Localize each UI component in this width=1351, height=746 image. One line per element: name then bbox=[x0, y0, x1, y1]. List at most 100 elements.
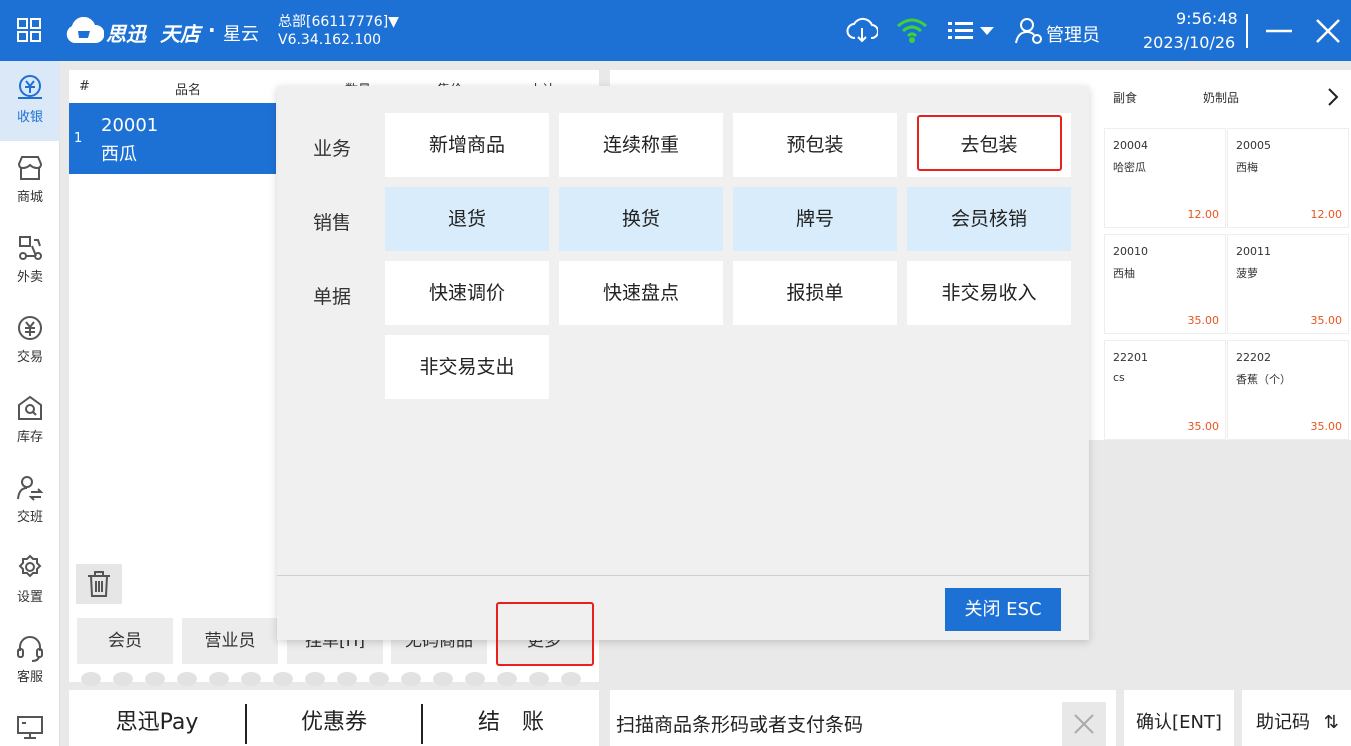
sidebar-item-support[interactable]: 客服 bbox=[0, 621, 60, 701]
continuous-weighing-button[interactable]: 连续称重 bbox=[559, 113, 723, 177]
product-card[interactable]: 20004 哈密瓜 12.00 bbox=[1104, 128, 1226, 228]
product-code: 20005 bbox=[1236, 139, 1271, 152]
member-redeem-button[interactable]: 会员核销 bbox=[907, 187, 1071, 251]
quick-stocktake-button[interactable]: 快速盘点 bbox=[559, 261, 723, 325]
product-code: 20004 bbox=[1113, 139, 1148, 152]
product-code: 22202 bbox=[1236, 351, 1271, 364]
delete-button[interactable] bbox=[76, 564, 122, 604]
version-label: V6.34.162.100 bbox=[278, 32, 382, 48]
sidebar-item-store[interactable]: 商城 bbox=[0, 141, 60, 221]
user-name[interactable]: 管理员 bbox=[1046, 21, 1100, 47]
product-price: 35.00 bbox=[1187, 314, 1220, 327]
member-button[interactable]: 会员 bbox=[77, 618, 173, 664]
paper-edge-decoration bbox=[77, 672, 597, 686]
salesperson-button[interactable]: 营业员 bbox=[182, 618, 278, 664]
app-grid-icon[interactable] bbox=[16, 17, 44, 45]
brand-name-3: 星云 bbox=[223, 24, 259, 45]
sidebar-item-label: 交易 bbox=[16, 350, 43, 365]
product-name: 菠萝 bbox=[1236, 267, 1258, 280]
store-selector[interactable]: 总部[66117776]▼ bbox=[278, 11, 399, 31]
brand-name: 思迅 bbox=[106, 22, 146, 46]
category-tab[interactable]: 副食 bbox=[1113, 89, 1137, 106]
clear-icon bbox=[1074, 714, 1094, 734]
sidebar-item-label: 库存 bbox=[16, 430, 43, 445]
helper-code-button[interactable]: 助记码 ⇅ bbox=[1242, 690, 1351, 746]
close-window-icon[interactable] bbox=[1314, 17, 1342, 49]
product-code: 22201 bbox=[1113, 351, 1148, 364]
product-card[interactable]: 20005 西梅 12.00 bbox=[1227, 128, 1349, 228]
row-code: 20001 bbox=[101, 115, 159, 136]
product-price: 12.00 bbox=[1187, 208, 1220, 221]
confirm-button[interactable]: 确认[ENT] bbox=[1124, 690, 1234, 746]
prepackage-button[interactable]: 预包装 bbox=[733, 113, 897, 177]
return-button[interactable]: 退货 bbox=[385, 187, 549, 251]
chevron-right-icon[interactable] bbox=[1326, 87, 1340, 111]
product-name: cs bbox=[1113, 371, 1125, 384]
close-dialog-button[interactable]: 关闭 ESC bbox=[945, 588, 1061, 631]
sidebar-item-delivery[interactable]: 外卖 bbox=[0, 221, 60, 301]
checkout-button[interactable]: 结 账 bbox=[423, 690, 599, 746]
coupon-button[interactable]: 优惠券 bbox=[247, 690, 421, 746]
row-name: 西瓜 bbox=[101, 144, 137, 165]
product-name: 哈密瓜 bbox=[1113, 161, 1146, 174]
sidebar-item-inventory[interactable]: 库存 bbox=[0, 381, 60, 461]
menu-dropdown-icon[interactable] bbox=[946, 18, 998, 48]
sidebar-item-transaction[interactable]: 交易 bbox=[0, 301, 60, 381]
minimize-icon[interactable] bbox=[1265, 18, 1293, 50]
row-label-documents: 单据 bbox=[313, 286, 352, 308]
store-icon bbox=[17, 156, 43, 180]
product-name: 香蕉（个） bbox=[1236, 373, 1291, 386]
sidebar-item-system[interactable]: 系统 bbox=[0, 701, 60, 746]
product-card[interactable]: 20010 西柚 35.00 bbox=[1104, 234, 1226, 334]
sidebar-item-label: 设置 bbox=[16, 590, 43, 605]
scan-input[interactable]: 扫描商品条形码或者支付条码 bbox=[610, 690, 1116, 746]
helper-code-label: 助记码 bbox=[1256, 712, 1310, 733]
delivery-icon bbox=[19, 236, 42, 260]
clear-input-button[interactable] bbox=[1062, 702, 1106, 746]
payment-bar: 思迅Pay 优惠券 结 账 bbox=[69, 690, 599, 746]
brand-name-2: 天店 bbox=[160, 22, 200, 46]
scan-placeholder: 扫描商品条形码或者支付条码 bbox=[616, 714, 864, 736]
row-label-business: 业务 bbox=[313, 138, 352, 160]
product-card[interactable]: 22201 cs 35.00 bbox=[1104, 340, 1226, 440]
cashier-icon bbox=[18, 75, 42, 99]
sidebar-item-label: 外卖 bbox=[16, 270, 43, 285]
title-bar: 思迅 天店 · 星云 总部[66117776]▼ V6.34.162.100 管… bbox=[0, 0, 1351, 61]
cloud-sync-icon[interactable] bbox=[846, 16, 879, 48]
exchange-button[interactable]: 换货 bbox=[559, 187, 723, 251]
pay-button[interactable]: 思迅Pay bbox=[69, 690, 245, 746]
product-card[interactable]: 22202 香蕉（个） 35.00 bbox=[1227, 340, 1349, 440]
order-tag-button[interactable]: 牌号 bbox=[733, 187, 897, 251]
dialog-divider bbox=[277, 575, 1089, 576]
column-header: # bbox=[79, 79, 90, 94]
clock-date: 2023/10/26 bbox=[1143, 33, 1236, 52]
sidebar-item-label: 商城 bbox=[16, 190, 43, 205]
product-price: 12.00 bbox=[1310, 208, 1343, 221]
sidebar-item-settings[interactable]: 设置 bbox=[0, 541, 60, 621]
row-index: 1 bbox=[74, 131, 83, 146]
settings-icon bbox=[18, 554, 42, 578]
shift-icon bbox=[17, 476, 44, 501]
cloud-logo-icon bbox=[64, 16, 105, 49]
monitor-icon bbox=[17, 716, 43, 739]
add-product-button[interactable]: 新增商品 bbox=[385, 113, 549, 177]
transaction-icon bbox=[18, 316, 42, 340]
non-trade-expense-button[interactable]: 非交易支出 bbox=[385, 335, 549, 399]
inventory-icon bbox=[18, 395, 42, 420]
sidebar-item-cashier[interactable]: 收银 bbox=[0, 61, 60, 141]
non-trade-income-button[interactable]: 非交易收入 bbox=[907, 261, 1071, 325]
quick-price-adjust-button[interactable]: 快速调价 bbox=[385, 261, 549, 325]
brand-dot: · bbox=[208, 18, 216, 42]
toggle-icon: ⇅ bbox=[1323, 712, 1339, 733]
row-label-sales: 销售 bbox=[313, 212, 352, 234]
sidebar: 收银 商城 外卖 交易 库存 交班 设置 客服 系统 bbox=[0, 61, 60, 746]
sidebar-item-label: 客服 bbox=[16, 670, 43, 685]
user-icon[interactable] bbox=[1014, 16, 1044, 50]
sidebar-item-shift[interactable]: 交班 bbox=[0, 461, 60, 541]
product-card[interactable]: 20011 菠萝 35.00 bbox=[1227, 234, 1349, 334]
category-tab[interactable]: 奶制品 bbox=[1203, 89, 1239, 106]
sidebar-item-label: 交班 bbox=[16, 510, 43, 525]
table-row[interactable]: 1 20001 西瓜 bbox=[69, 103, 276, 174]
wifi-icon bbox=[896, 16, 928, 48]
loss-report-button[interactable]: 报损单 bbox=[733, 261, 897, 325]
